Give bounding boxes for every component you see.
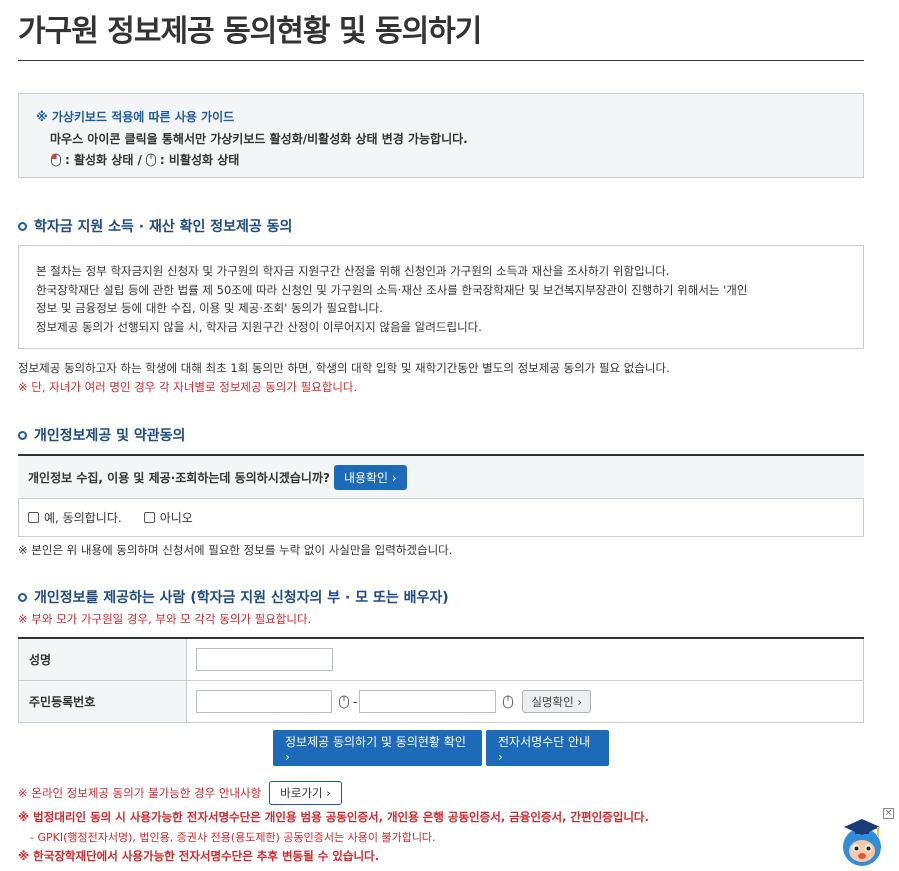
view-content-button[interactable]: 내용확인 › (333, 464, 407, 490)
consent-table: 개인정보 수집, 이용 및 제공·조회하는데 동의하시겠습니까? 내용확인 › … (18, 454, 864, 537)
bullet-icon (18, 430, 27, 440)
gpki-note: - GPKI(행정전자서명), 법인용, 증권사 전용(용도제한) 공동인증서는… (30, 831, 436, 844)
consent-answer-row: 예, 동의합니다. 아니오 (18, 499, 864, 537)
rrn-front-input[interactable] (196, 690, 332, 713)
inactive-label: : 비활성화 상태 (159, 153, 240, 167)
consent-question: 개인정보 수집, 이용 및 제공·조회하는데 동의하시겠습니까? (28, 470, 330, 485)
keyboard-guide-box: ※ 가상키보드 적용에 따른 사용 가이드 마우스 아이콘 클릭을 통해서만 가… (18, 93, 864, 178)
truthful-input-note: ※ 본인은 위 내용에 동의하며 신청서에 필요한 정보를 누락 없이 사실만을… (18, 543, 453, 557)
mouse-active-icon (51, 153, 61, 166)
name-cell (187, 639, 863, 680)
certificate-guide-button[interactable]: 전자서명수단 안내 › (486, 730, 609, 766)
consent-question-row: 개인정보 수집, 이용 및 제공·조회하는데 동의하시겠습니까? 내용확인 › (18, 456, 864, 499)
guide-description: 마우스 아이콘 클릭을 통해서만 가상키보드 활성화/비활성화 상태 변경 가능… (50, 132, 468, 146)
section-title-text: 개인정보제공 및 약관동의 (34, 428, 186, 444)
agree-no-label: 아니오 (159, 511, 193, 525)
rrn-row: 주민등록번호 - 실명확인 › (18, 681, 864, 723)
active-label: : 활성화 상태 / (65, 153, 142, 167)
offline-note: ※ 온라인 정보제공 동의가 불가능한 경우 안내사항 (18, 786, 262, 800)
provider-form: 성명 주민등록번호 - 실명확인 › (18, 637, 864, 723)
multiple-children-note: ※ 단, 자녀가 여러 명인 경우 각 자녀별로 정보제공 동의가 필요합니다. (18, 380, 358, 394)
rrn-cell: - 실명확인 › (187, 681, 863, 722)
virtual-keyboard-toggle-icon[interactable] (338, 695, 350, 709)
mascot-icon[interactable] (838, 815, 886, 869)
rrn-label: 주민등록번호 (19, 681, 187, 722)
cert-change-note: ※ 한국장학재단에서 사용가능한 전자서명수단은 추후 변동될 수 있습니다. (18, 849, 379, 863)
rrn-separator: - (353, 694, 358, 709)
info-line: 본 절차는 정부 학자금지원 신청자 및 가구원의 학자금 지원구간 산정을 위… (36, 264, 670, 278)
info-line: 정보제공 동의가 선행되지 않을 시, 학자금 지원구간 산정이 이루어지지 않… (36, 319, 482, 334)
guide-title: ※ 가상키보드 적용에 따른 사용 가이드 (36, 110, 235, 124)
section-title-provider: 개인정보를 제공하는 사람 (학자금 지원 신청자의 부 · 모 또는 배우자) (18, 587, 449, 607)
virtual-keyboard-toggle-icon[interactable] (502, 695, 514, 709)
bullet-icon (18, 221, 27, 231)
title-divider (18, 60, 864, 61)
name-row: 성명 (18, 639, 864, 681)
offline-guide-row: ※ 온라인 정보제공 동의가 불가능한 경우 안내사항 바로가기 › (18, 781, 342, 805)
info-line: 한국장학재단 설립 등에 관한 법률 제 50조에 따라 신청인 및 가구원의 … (36, 282, 748, 297)
section-title-privacy: 개인정보제공 및 약관동의 (18, 425, 185, 445)
name-label: 성명 (19, 639, 187, 680)
agree-no-option[interactable]: 아니오 (143, 509, 193, 526)
guide-legend: : 활성화 상태 / : 비활성화 상태 (36, 151, 863, 168)
page-title: 가구원 정보제공 동의현황 및 동의하기 (18, 14, 482, 49)
agree-no-checkbox[interactable] (143, 512, 155, 523)
info-box: 본 절차는 정부 학자금지원 신청자 및 가구원의 학자금 지원구간 산정을 위… (18, 245, 864, 349)
section-title-income-consent: 학자금 지원 소득 · 재산 확인 정보제공 동의 (18, 216, 292, 236)
verify-name-button[interactable]: 실명확인 › (522, 690, 591, 713)
name-input[interactable] (196, 648, 333, 671)
goto-button[interactable]: 바로가기 › (269, 781, 342, 805)
section-title-text: 개인정보를 제공하는 사람 (학자금 지원 신청자의 부 · 모 또는 배우자) (34, 590, 449, 606)
action-buttons: 정보제공 동의하기 및 동의현황 확인 › 전자서명수단 안내 › (273, 730, 609, 766)
consent-status-button[interactable]: 정보제공 동의하기 및 동의현황 확인 › (273, 730, 482, 766)
info-line: 정보 및 금융정보 등에 대한 수집, 이용 및 제공·조회' 동의가 필요합니… (36, 301, 383, 315)
parents-consent-note: ※ 부와 모가 가구원일 경우, 부와 모 각각 동의가 필요합니다. (18, 612, 312, 626)
bullet-icon (18, 592, 27, 602)
legal-guardian-note: ※ 법정대리인 동의 시 사용가능한 전자서명수단은 개인용 범용 공동인증서,… (18, 810, 649, 824)
section-title-text: 학자금 지원 소득 · 재산 확인 정보제공 동의 (34, 219, 293, 235)
agree-yes-checkbox[interactable] (28, 512, 39, 523)
mouse-inactive-icon (145, 153, 156, 166)
agree-yes-option[interactable]: 예, 동의합니다. (28, 509, 122, 526)
agree-yes-label: 예, 동의합니다. (44, 511, 122, 525)
rrn-back-input[interactable] (359, 690, 497, 713)
consent-once-note: 정보제공 동의하고자 하는 학생에 대해 최초 1회 동의만 하면, 학생의 대… (18, 361, 670, 375)
